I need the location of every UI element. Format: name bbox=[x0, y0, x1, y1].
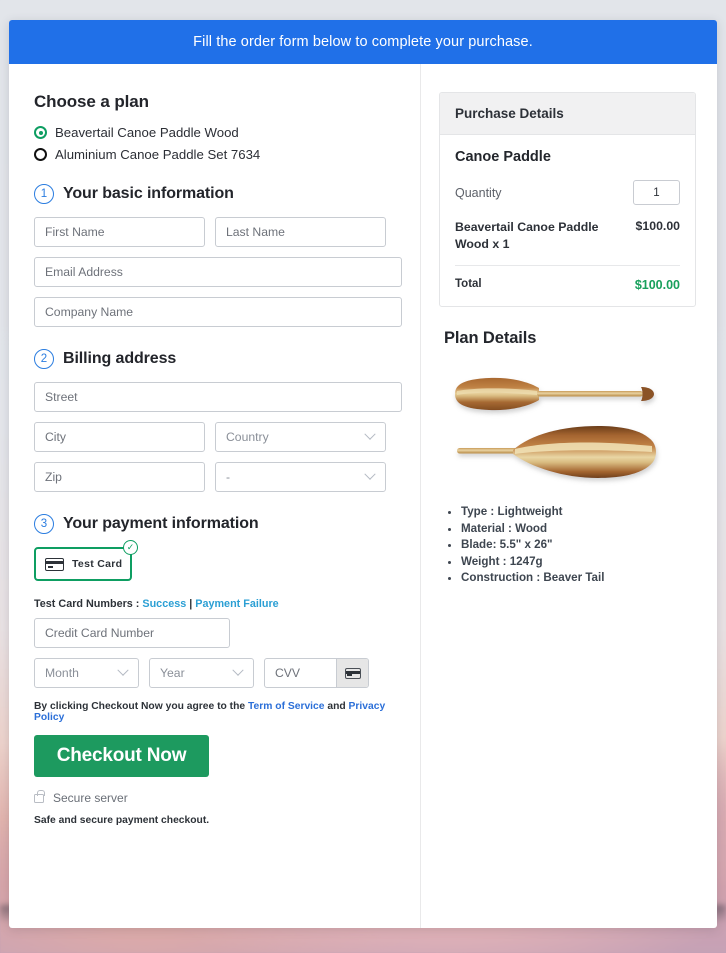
success-link[interactable]: Success bbox=[142, 598, 186, 610]
summary-column: Purchase Details Canoe Paddle Quantity 1… bbox=[421, 64, 716, 928]
street-input[interactable]: Street bbox=[34, 382, 402, 412]
card-body: Choose a plan Beavertail Canoe Paddle Wo… bbox=[9, 64, 717, 928]
state-select[interactable]: - bbox=[215, 462, 386, 492]
choose-plan-heading: Choose a plan bbox=[34, 92, 402, 112]
city-input[interactable]: City bbox=[34, 422, 205, 452]
total-label: Total bbox=[455, 278, 482, 292]
plan-option-label: Beavertail Canoe Paddle Wood bbox=[55, 125, 239, 140]
first-name-input[interactable]: First Name bbox=[34, 217, 205, 247]
step-2-title: Billing address bbox=[63, 350, 176, 368]
company-name-input[interactable]: Company Name bbox=[34, 297, 402, 327]
test-card-numbers-label: Test Card Numbers : bbox=[34, 598, 142, 610]
cvv-help-icon[interactable] bbox=[336, 659, 368, 687]
test-card-numbers-line: Test Card Numbers : Success | Payment Fa… bbox=[34, 598, 402, 610]
agree-prefix: By clicking Checkout Now you agree to th… bbox=[34, 701, 248, 712]
month-select-value: Month bbox=[45, 666, 79, 680]
cvv-input[interactable]: CVV bbox=[264, 658, 369, 688]
paddle-bottom bbox=[457, 426, 656, 478]
line-item-description: Beavertail Canoe Paddle Wood x 1 bbox=[455, 219, 615, 252]
line-item-amount: $100.00 bbox=[636, 219, 680, 252]
spec-item: Type : Lightweight bbox=[461, 504, 696, 520]
quantity-input[interactable]: 1 bbox=[633, 180, 680, 205]
page-banner: Fill the order form below to complete yo… bbox=[9, 20, 717, 64]
spec-item: Material : Wood bbox=[461, 521, 696, 537]
link-separator: | bbox=[186, 598, 195, 610]
year-select[interactable]: Year bbox=[149, 658, 254, 688]
checkout-card: Fill the order form below to complete yo… bbox=[9, 20, 717, 928]
purchase-details-header: Purchase Details bbox=[440, 93, 695, 135]
total-amount: $100.00 bbox=[635, 278, 680, 292]
step-1-number: 1 bbox=[34, 184, 54, 204]
spec-item: Construction : Beaver Tail bbox=[461, 570, 696, 586]
zip-state-row: Zip - bbox=[34, 462, 402, 492]
paddle-top bbox=[455, 378, 654, 410]
agree-mid: and bbox=[325, 701, 349, 712]
step-2-number: 2 bbox=[34, 349, 54, 369]
step-1-header: 1 Your basic information bbox=[34, 184, 402, 204]
canoe-paddles-illustration bbox=[443, 362, 688, 487]
radio-selected-icon[interactable] bbox=[34, 126, 47, 139]
check-circle-icon: ✓ bbox=[123, 540, 138, 555]
spec-item: Blade: 5.5" x 26" bbox=[461, 537, 696, 553]
street-row: Street bbox=[34, 382, 402, 412]
year-select-value: Year bbox=[160, 666, 185, 680]
plan-option-beavertail[interactable]: Beavertail Canoe Paddle Wood bbox=[34, 125, 402, 140]
plan-option-aluminium[interactable]: Aluminium Canoe Paddle Set 7634 bbox=[34, 147, 402, 162]
credit-card-icon bbox=[45, 558, 64, 571]
city-country-row: City Country bbox=[34, 422, 402, 452]
email-input[interactable]: Email Address bbox=[34, 257, 402, 287]
purchase-details-box: Purchase Details Canoe Paddle Quantity 1… bbox=[439, 92, 696, 307]
country-select-value: Country bbox=[226, 430, 269, 444]
terms-of-service-link[interactable]: Term of Service bbox=[248, 701, 325, 712]
line-item-row: Beavertail Canoe Paddle Wood x 1 $100.00 bbox=[455, 219, 680, 266]
chevron-down-icon bbox=[364, 429, 375, 440]
zip-input[interactable]: Zip bbox=[34, 462, 205, 492]
step-3-number: 3 bbox=[34, 514, 54, 534]
radio-unselected-icon[interactable] bbox=[34, 148, 47, 161]
plan-specs-list: Type : Lightweight Material : Wood Blade… bbox=[461, 504, 696, 586]
quantity-row: Quantity 1 bbox=[455, 180, 680, 205]
payment-failure-link[interactable]: Payment Failure bbox=[195, 598, 278, 610]
secure-server-label: Secure server bbox=[53, 791, 128, 805]
company-row: Company Name bbox=[34, 297, 402, 327]
step-2-header: 2 Billing address bbox=[34, 349, 402, 369]
quantity-label: Quantity bbox=[455, 186, 502, 200]
card-number-row: Credit Card Number bbox=[34, 618, 402, 648]
paddle-product-image bbox=[443, 362, 696, 492]
step-3-header: 3 Your payment information bbox=[34, 514, 402, 534]
chevron-down-icon bbox=[364, 469, 375, 480]
step-1-title: Your basic information bbox=[63, 185, 234, 203]
credit-card-number-input[interactable]: Credit Card Number bbox=[34, 618, 230, 648]
chevron-down-icon bbox=[232, 665, 243, 676]
test-card-option[interactable]: Test Card ✓ bbox=[34, 547, 132, 581]
state-select-value: - bbox=[226, 470, 230, 484]
total-row: Total $100.00 bbox=[455, 266, 680, 292]
lock-icon bbox=[34, 794, 44, 803]
cvv-placeholder: CVV bbox=[275, 666, 300, 680]
test-card-label: Test Card bbox=[72, 558, 122, 570]
plan-option-label: Aluminium Canoe Paddle Set 7634 bbox=[55, 147, 260, 162]
plan-details-heading: Plan Details bbox=[444, 329, 696, 348]
email-row: Email Address bbox=[34, 257, 402, 287]
checkout-now-button[interactable]: Checkout Now bbox=[34, 735, 209, 777]
spec-item: Weight : 1247g bbox=[461, 554, 696, 570]
purchase-details-body: Canoe Paddle Quantity 1 Beavertail Canoe… bbox=[440, 135, 695, 306]
chevron-down-icon bbox=[117, 665, 128, 676]
terms-agreement-text: By clicking Checkout Now you agree to th… bbox=[34, 701, 402, 723]
name-row: First Name Last Name bbox=[34, 217, 402, 247]
card-back-icon bbox=[345, 668, 361, 679]
product-name: Canoe Paddle bbox=[455, 149, 680, 165]
expiry-cvv-row: Month Year CVV bbox=[34, 658, 402, 688]
last-name-input[interactable]: Last Name bbox=[215, 217, 386, 247]
safe-payment-text: Safe and secure payment checkout. bbox=[34, 815, 402, 826]
banner-text: Fill the order form below to complete yo… bbox=[193, 34, 533, 50]
country-select[interactable]: Country bbox=[215, 422, 386, 452]
secure-server-row: Secure server bbox=[34, 791, 402, 805]
month-select[interactable]: Month bbox=[34, 658, 139, 688]
step-3-title: Your payment information bbox=[63, 515, 259, 533]
order-form-column: Choose a plan Beavertail Canoe Paddle Wo… bbox=[9, 64, 421, 928]
